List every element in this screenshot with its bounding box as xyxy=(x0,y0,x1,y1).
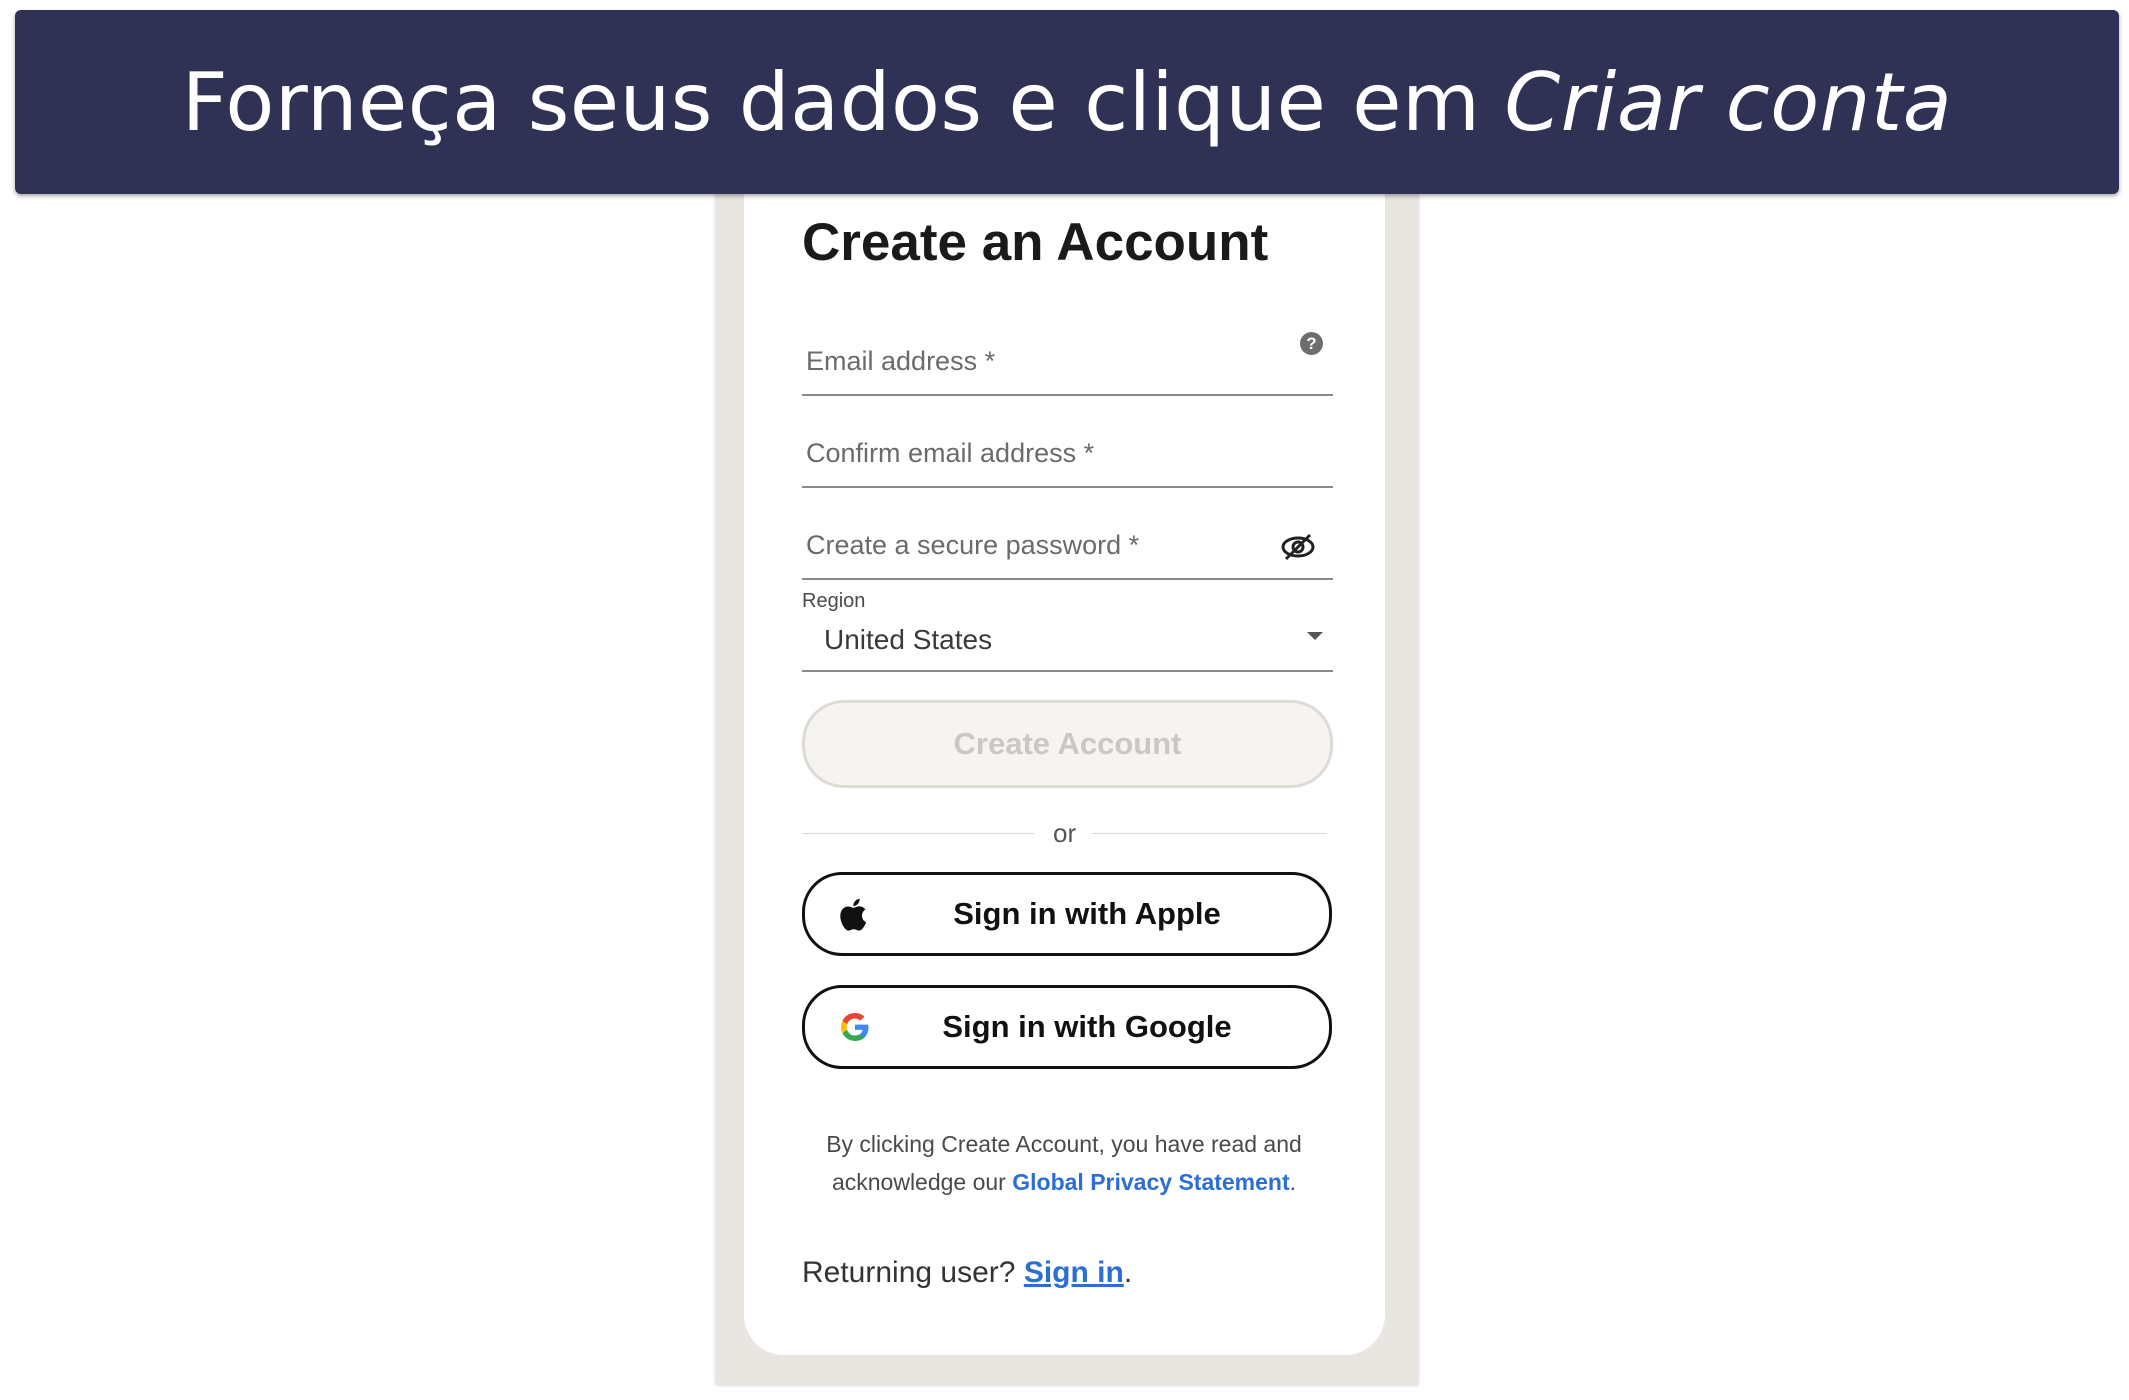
sign-in-google-button[interactable]: Sign in with Google xyxy=(802,985,1332,1069)
returning-user: Returning user? Sign in. xyxy=(802,1256,1132,1290)
region-underline xyxy=(802,670,1333,672)
region-value: United States xyxy=(824,624,993,655)
returning-end: . xyxy=(1123,1256,1133,1289)
chevron-down-icon xyxy=(1307,632,1323,640)
password-field[interactable]: Create a secure password * xyxy=(802,510,1333,580)
privacy-statement-link[interactable]: Global Privacy Statement xyxy=(1012,1169,1289,1195)
confirm-email-field[interactable]: Confirm email address * xyxy=(802,420,1333,488)
legal-end: . xyxy=(1289,1169,1297,1195)
page-title: Create an Account xyxy=(802,213,1269,272)
sign-in-apple-button[interactable]: Sign in with Apple xyxy=(802,872,1332,956)
help-icon[interactable]: ? xyxy=(1300,332,1323,355)
legal-notice: By clicking Create Account, you have rea… xyxy=(802,1125,1326,1201)
email-placeholder: Email address * xyxy=(806,346,996,376)
screenshot-stage: Forneça seus dados e clique em Criar con… xyxy=(0,0,2129,1400)
password-placeholder: Create a secure password * xyxy=(806,530,1140,560)
instruction-banner: Forneça seus dados e clique em Criar con… xyxy=(15,10,2119,194)
divider-left xyxy=(802,833,1034,834)
region-select[interactable]: United States xyxy=(802,604,1333,670)
banner-text: Forneça seus dados e clique em xyxy=(181,55,1481,149)
banner-emphasis: Criar conta xyxy=(1504,55,1953,149)
returning-text: Returning user? xyxy=(802,1256,1016,1289)
confirm-email-placeholder: Confirm email address * xyxy=(806,438,1095,468)
email-field[interactable]: Email address * ? xyxy=(802,320,1333,396)
apple-button-label: Sign in with Apple xyxy=(953,896,1221,931)
divider-right xyxy=(1092,833,1327,834)
google-button-label: Sign in with Google xyxy=(942,1009,1232,1044)
or-divider-text: or xyxy=(1053,818,1077,848)
eye-slash-icon[interactable] xyxy=(1279,532,1317,562)
sign-in-link[interactable]: Sign in xyxy=(1024,1256,1124,1289)
create-account-button[interactable]: Create Account xyxy=(802,700,1333,788)
